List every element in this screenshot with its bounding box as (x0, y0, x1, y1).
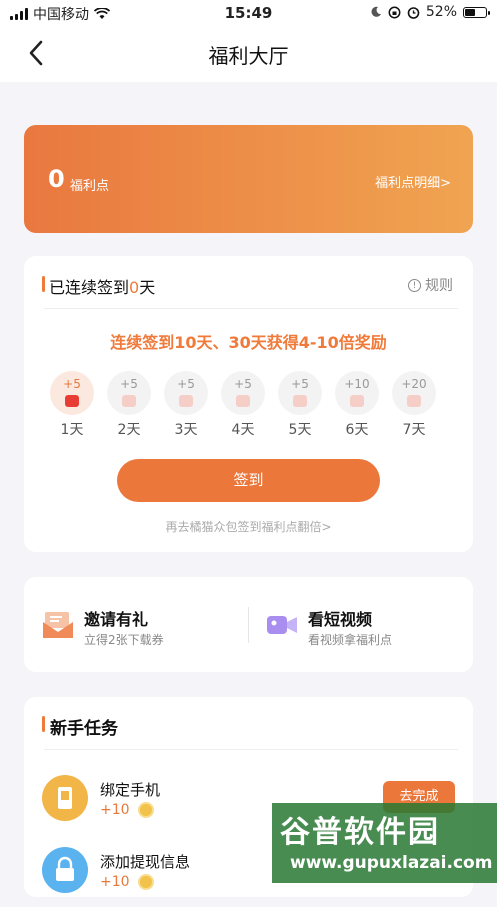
day-label: 5天 (288, 422, 312, 438)
coin-icon (137, 802, 154, 818)
red-packet-icon (236, 395, 250, 407)
double-points-link[interactable]: 再去橘猫众包签到福利点翻倍> (24, 518, 473, 535)
day-label: 4天 (231, 422, 255, 438)
red-packet-icon (407, 395, 421, 407)
coin-icon (137, 874, 154, 890)
divider (44, 749, 458, 750)
red-packet-icon (179, 395, 193, 407)
task-reward-value: +10 (100, 874, 130, 890)
alarm-icon (407, 6, 420, 19)
rules-button[interactable]: ! 规则 (408, 275, 453, 295)
red-packet-icon (350, 395, 364, 407)
day-item: +5 3天 (164, 371, 208, 439)
phone-icon (42, 775, 88, 821)
streak-heading: 已连续签到0天 (49, 274, 155, 298)
sign-in-promo: 连续签到10天、30天获得4-10倍奖励 (110, 333, 387, 352)
divider (44, 308, 458, 309)
short-video-entry[interactable]: 看短视频 看视频拿福利点 (248, 577, 458, 672)
status-bar: 中国移动 15:49 52% (0, 0, 497, 26)
info-icon: ! (408, 278, 421, 292)
task-name: 添加提现信息 (100, 853, 191, 871)
day-item: +5 1天 (50, 371, 94, 439)
points-value: 0 (48, 165, 65, 193)
rules-label: 规则 (425, 278, 453, 294)
task-reward-value: +10 (100, 802, 130, 818)
watermark-url: www.gupuxlazai.com (290, 853, 493, 873)
streak-prefix: 已连续签到 (49, 278, 130, 297)
day-item: +5 2天 (107, 371, 151, 439)
activity-subtitle: 立得2张下载券 (84, 633, 164, 647)
activity-subtitle: 看视频拿福利点 (308, 633, 393, 647)
section-marker (42, 716, 45, 732)
sign-in-days: +5 1天 +5 2天 +5 3天 +5 4天 +5 5天 +10 6天 +20… (50, 371, 454, 441)
streak-suffix: 天 (139, 278, 156, 297)
activity-title: 看短视频 (308, 610, 373, 629)
sign-in-card: 已连续签到0天 ! 规则 连续签到10天、30天获得4-10倍奖励 +5 1天 … (24, 256, 473, 552)
day-amount: +5 (177, 377, 195, 391)
points-detail-link[interactable]: 福利点明细> (375, 172, 451, 191)
day-label: 1天 (60, 422, 84, 438)
page-title: 福利大厅 (208, 44, 289, 68)
lock-icon (42, 847, 88, 893)
red-packet-icon (122, 395, 136, 407)
day-item: +5 5天 (278, 371, 322, 439)
watermark-title: 谷普软件园 (280, 815, 440, 850)
day-amount: +5 (234, 377, 252, 391)
invite-gift-entry[interactable]: 邀请有礼 立得2张下载券 (24, 577, 234, 672)
video-camera-icon (267, 616, 297, 634)
streak-days: 0 (129, 278, 140, 297)
gift-envelope-icon (43, 612, 73, 638)
activities-card: 邀请有礼 立得2张下载券 看短视频 看视频拿福利点 (24, 577, 473, 672)
red-packet-icon (65, 395, 79, 407)
section-marker (42, 276, 45, 292)
day-item: +20 7天 (392, 371, 436, 439)
activity-title: 邀请有礼 (84, 610, 149, 629)
points-unit: 福利点 (70, 179, 110, 194)
task-reward: +10 (100, 802, 154, 818)
day-label: 3天 (174, 422, 198, 438)
task-reward: +10 (100, 874, 154, 890)
day-amount: +5 (63, 377, 81, 391)
sign-in-button[interactable]: 签到 (117, 459, 380, 502)
battery-icon (463, 6, 490, 18)
task-name: 绑定手机 (100, 781, 161, 799)
day-label: 2天 (117, 422, 141, 438)
day-amount: +5 (291, 377, 309, 391)
moon-icon (371, 6, 381, 17)
day-amount: +20 (401, 377, 427, 391)
day-amount: +10 (344, 377, 370, 391)
day-label: 7天 (402, 422, 426, 438)
battery-percent: 52% (425, 4, 457, 20)
watermark: 谷普软件园 www.gupuxlazai.com (272, 803, 497, 883)
tasks-title: 新手任务 (50, 719, 118, 739)
day-item: +5 4天 (221, 371, 265, 439)
points-card: 0 福利点 福利点明细> (24, 125, 473, 233)
day-amount: +5 (120, 377, 138, 391)
red-packet-icon (293, 395, 307, 407)
day-item: +10 6天 (335, 371, 379, 439)
day-label: 6天 (345, 422, 369, 438)
nav-bar: 福利大厅 (0, 26, 497, 82)
orientation-lock-icon (388, 6, 401, 18)
